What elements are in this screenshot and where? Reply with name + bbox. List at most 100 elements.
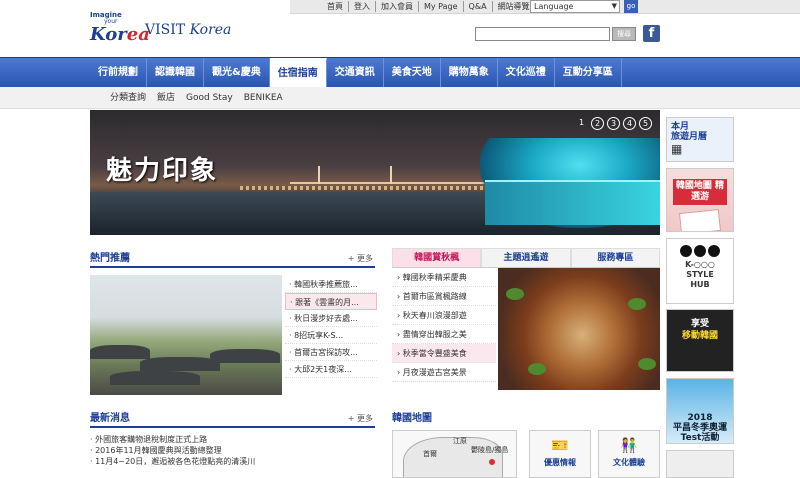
culture-label: 文化體驗 bbox=[613, 458, 645, 467]
nav-item-shopping[interactable]: 購物萬象 bbox=[441, 58, 498, 88]
korea-map-banner[interactable]: 韓國地圖 精選游 bbox=[666, 168, 734, 232]
coupon-button[interactable]: 🎫 優惠情報 bbox=[529, 430, 591, 478]
hero-page-1[interactable]: 1 bbox=[575, 117, 588, 130]
garnish bbox=[638, 358, 656, 370]
subnav-item-goodstay[interactable]: Good Stay bbox=[186, 87, 233, 109]
link-join[interactable]: 加入會員 bbox=[376, 1, 419, 12]
photo-icon bbox=[678, 208, 722, 231]
utility-links: 首頁 登入 加入會員 My Page Q&A 網站導覽 bbox=[322, 1, 535, 12]
culture-experience-button[interactable]: 👫 文化體驗 bbox=[598, 430, 660, 478]
tab-services[interactable]: 服務專區 bbox=[570, 248, 660, 267]
korea-map-title: 韓國地圖 bbox=[392, 413, 432, 424]
tab-theme-tours[interactable]: 主題逍遙遊 bbox=[481, 248, 571, 267]
list-item[interactable]: · 2016年11月韓國慶典與活動總整理 bbox=[90, 445, 375, 456]
list-item[interactable]: › 秋天春川浪漫部遊 bbox=[392, 306, 496, 325]
imagine-your-korea-logo[interactable]: Imagine your Korea bbox=[90, 12, 150, 45]
garnish bbox=[528, 363, 546, 375]
korea-map-banner-title: 韓國地圖 精選游 bbox=[673, 179, 727, 205]
map-label-gangwon[interactable]: 江原 bbox=[453, 436, 467, 446]
mobile-korea-line1: 享受 bbox=[690, 319, 709, 329]
list-item[interactable]: · 11月4~20日，邂逅被各色花燈點亮的清溪川 bbox=[90, 456, 375, 467]
pyeongchang-banner[interactable]: 2018 平昌冬季奧運 Test活動 bbox=[666, 378, 734, 444]
link-qa[interactable]: Q&A bbox=[464, 1, 493, 12]
hot-list: · 韓國秋季推薦旅... · 跟著《雲畫的月... · 秋日漫步好去處... ·… bbox=[285, 276, 377, 378]
nav-item-transport[interactable]: 交通資訊 bbox=[327, 58, 384, 88]
subnav-item-hotel[interactable]: 飯店 bbox=[157, 87, 175, 109]
list-item[interactable]: · 外國旅客購物退稅制度正式上路 bbox=[90, 434, 375, 445]
garnish bbox=[506, 288, 524, 300]
map-label-seoul[interactable]: 首爾 bbox=[423, 449, 437, 459]
nav-item-trip-planning[interactable]: 行前規劃 bbox=[90, 58, 147, 88]
kstyle-hub-banner[interactable]: K-○○○ STYLE HUB bbox=[666, 238, 734, 304]
korea-map[interactable]: 江原 首爾 鬱陵島/獨島 bbox=[392, 430, 517, 478]
kstyle-dots-icon bbox=[667, 245, 733, 257]
link-mypage[interactable]: My Page bbox=[419, 1, 464, 12]
mobile-korea-banner[interactable]: 享受 移動韓國 bbox=[666, 309, 734, 372]
link-sitemap[interactable]: 網站導覽 bbox=[493, 1, 535, 12]
list-item[interactable]: · 首爾古宮探訪攻... bbox=[285, 344, 377, 361]
coupon-label: 優惠情報 bbox=[544, 458, 576, 467]
hero-page-4[interactable]: 4 bbox=[623, 117, 636, 130]
news-title: 最新消息 bbox=[90, 413, 130, 424]
nav-item-food[interactable]: 美食天地 bbox=[384, 58, 441, 88]
news-more-link[interactable]: + 更多 bbox=[348, 413, 373, 424]
link-login[interactable]: 登入 bbox=[349, 1, 376, 12]
list-item[interactable]: · 韓國秋季推薦旅... bbox=[285, 276, 377, 293]
map-label-islands[interactable]: 鬱陵島/獨島 bbox=[471, 445, 508, 455]
news-header: 最新消息 + 更多 bbox=[90, 410, 375, 428]
language-go-button[interactable]: go bbox=[624, 0, 638, 13]
nav-item-community[interactable]: 互動分享區 bbox=[555, 58, 622, 88]
list-item[interactable]: · 大邱2天1夜深... bbox=[285, 361, 377, 378]
hero-page-5[interactable]: 5 bbox=[639, 117, 652, 130]
hanok-roof bbox=[90, 345, 150, 359]
facebook-icon[interactable]: f bbox=[643, 25, 660, 42]
search-input[interactable] bbox=[475, 27, 610, 41]
mobile-korea-line2: 移動韓國 bbox=[681, 331, 718, 341]
hero-building-base bbox=[485, 180, 660, 225]
list-item[interactable]: · 跟著《雲畫的月... bbox=[285, 293, 377, 310]
language-select[interactable]: Language ▼ bbox=[530, 0, 620, 13]
utility-bar: 首頁 登入 加入會員 My Page Q&A 網站導覽 Language ▼ g… bbox=[290, 0, 800, 14]
list-item[interactable]: · 秋日漫步好去處... bbox=[285, 310, 377, 327]
nav-item-accommodation[interactable]: 住宿指南 bbox=[269, 58, 327, 88]
link-home[interactable]: 首頁 bbox=[322, 1, 349, 12]
subnav-item-benikea[interactable]: BENIKEA bbox=[244, 87, 283, 109]
tab-autumn-foliage[interactable]: 韓國賞秋楓 bbox=[392, 248, 482, 267]
tab-list: › 韓國秋季精采慶典 › 首爾市區賞楓路線 › 秋天春川浪漫部遊 › 盡情穿出韓… bbox=[392, 268, 496, 382]
list-item[interactable]: › 首爾市區賞楓路線 bbox=[392, 287, 496, 306]
hot-more-link[interactable]: + 更多 bbox=[348, 253, 373, 264]
korea-map-header: 韓國地圖 bbox=[392, 410, 660, 428]
language-select-value: Language bbox=[534, 2, 574, 11]
subnav-item-category[interactable]: 分類查詢 bbox=[110, 87, 146, 109]
hero-banner[interactable]: 魅力印象 1 2 3 4 5 bbox=[90, 110, 660, 235]
hanok-roof bbox=[140, 357, 220, 371]
nav-item-sightseeing[interactable]: 觀光&慶典 bbox=[204, 58, 270, 88]
nav-item-about-korea[interactable]: 認識韓國 bbox=[147, 58, 204, 88]
hot-recommendations-header: 熱門推薦 + 更多 bbox=[90, 250, 375, 268]
hero-bridge-tower bbox=[390, 166, 392, 184]
travel-calendar-line1: 本月 bbox=[671, 122, 690, 132]
sidebar-banner-partial[interactable] bbox=[666, 450, 734, 478]
search-button[interactable]: 搜尋 bbox=[612, 27, 636, 41]
kstyle-line2: STYLE bbox=[686, 270, 714, 279]
hot-recommendation-image[interactable] bbox=[90, 275, 282, 395]
food-image[interactable] bbox=[498, 268, 660, 390]
ticket-icon: 🎫 bbox=[551, 438, 569, 454]
chevron-down-icon: ▼ bbox=[611, 2, 617, 10]
calendar-icon: ▦ bbox=[671, 142, 683, 156]
visit-korea-logo[interactable]: VISIT Korea bbox=[145, 22, 231, 38]
kstyle-line1: K-○○○ bbox=[685, 260, 715, 269]
nav-item-culture[interactable]: 文化巡禮 bbox=[498, 58, 555, 88]
list-item[interactable]: › 盡情穿出韓服之美 bbox=[392, 325, 496, 344]
hanok-roof bbox=[110, 371, 200, 385]
list-item[interactable]: › 秋季當令豐盛美食 bbox=[392, 344, 496, 363]
list-item[interactable]: · 8招玩享K-S... bbox=[285, 327, 377, 344]
hero-page-3[interactable]: 3 bbox=[607, 117, 620, 130]
pyeongchang-line1: 2018 bbox=[687, 413, 713, 423]
list-item[interactable]: › 月夜漫遊古宮美景 bbox=[392, 363, 496, 382]
main-nav: 行前規劃 認識韓國 觀光&慶典 住宿指南 交通資訊 美食天地 購物萬象 文化巡禮… bbox=[0, 57, 800, 88]
travel-calendar-banner[interactable]: 本月 旅遊月曆 ▦ bbox=[666, 117, 734, 162]
map-marker[interactable] bbox=[489, 459, 495, 465]
list-item[interactable]: › 韓國秋季精采慶典 bbox=[392, 268, 496, 287]
hero-page-2[interactable]: 2 bbox=[591, 117, 604, 130]
